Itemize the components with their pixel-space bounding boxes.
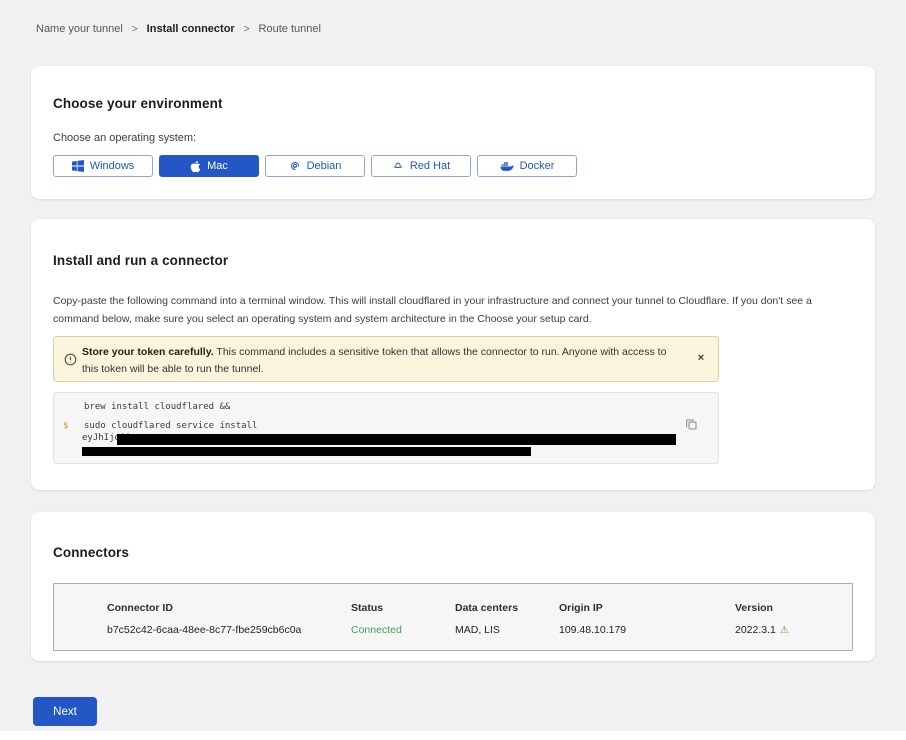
copy-icon[interactable] [685,418,701,434]
column-header-status: Status [351,602,383,614]
token-warning-text: Store your token carefully. This command… [82,344,682,378]
environment-card: Choose your environment Choose an operat… [31,66,875,199]
breadcrumb-step-install-connector[interactable]: Install connector [147,23,235,35]
close-icon[interactable]: × [694,351,708,365]
os-button-windows[interactable]: Windows [53,155,153,177]
connectors-table: Connector ID Status Data centers Origin … [53,583,853,651]
os-button-label: Windows [90,160,135,172]
token-warning-bold: Store your token carefully. [82,346,214,358]
os-button-redhat[interactable]: Red Hat [371,155,471,177]
breadcrumb-step-name-your-tunnel[interactable]: Name your tunnel [36,23,123,35]
shell-prompt: $ [63,421,68,431]
chevron-separator-icon: > [244,24,250,35]
tunnel-setup-page: Name your tunnel > Install connector > R… [0,0,906,740]
connector-id-value: b7c52c42-6caa-48ee-8c77-fbe259cb6c0a [107,624,301,636]
debian-logo-icon [289,160,301,172]
alert-circle-icon [64,353,77,371]
os-button-mac[interactable]: Mac [159,155,259,177]
command-line-2: sudo cloudflared service install [84,421,257,431]
origin-ip-value: 109.48.10.179 [559,624,626,636]
breadcrumb-step-route-tunnel[interactable]: Route tunnel [259,23,321,35]
os-select-label: Choose an operating system: [53,132,196,144]
data-centers-value: MAD, LIS [455,624,500,636]
redhat-logo-icon [392,160,404,172]
breadcrumb: Name your tunnel > Install connector > R… [36,23,321,35]
bottom-strip [0,731,906,740]
token-redaction-bar [117,434,676,445]
environment-card-title: Choose your environment [53,96,223,111]
column-header-connector-id: Connector ID [107,602,173,614]
os-button-label: Docker [520,160,555,172]
column-header-data-centers: Data centers [455,602,518,614]
status-badge: Connected [351,624,402,636]
next-button[interactable]: Next [33,697,97,726]
os-button-docker[interactable]: Docker [477,155,577,177]
version-number: 2022.3.1 [735,624,776,636]
install-description: Copy-paste the following command into a … [53,292,850,328]
os-button-label: Mac [207,160,228,172]
command-line-1: brew install cloudflared && [84,402,230,412]
token-warning-banner: Store your token carefully. This command… [53,336,719,382]
connectors-card: Connectors Connector ID Status Data cent… [31,512,875,661]
install-connector-card: Install and run a connector Copy-paste t… [31,219,875,490]
column-header-origin-ip: Origin IP [559,602,603,614]
token-redaction-bar [82,447,531,456]
os-button-group: Windows Mac Debian [53,155,577,177]
install-card-title: Install and run a connector [53,253,228,268]
warning-triangle-icon: ⚠ [780,625,789,636]
version-value: 2022.3.1 ⚠ [735,624,789,636]
os-button-label: Red Hat [410,160,450,172]
os-button-debian[interactable]: Debian [265,155,365,177]
install-command-codeblock: $ brew install cloudflared && sudo cloud… [53,392,719,464]
os-button-label: Debian [307,160,342,172]
apple-logo-icon [190,160,201,173]
windows-logo-icon [72,160,84,172]
connectors-card-title: Connectors [53,545,129,560]
chevron-separator-icon: > [132,24,138,35]
column-header-version: Version [735,602,773,614]
docker-logo-icon [500,161,514,172]
